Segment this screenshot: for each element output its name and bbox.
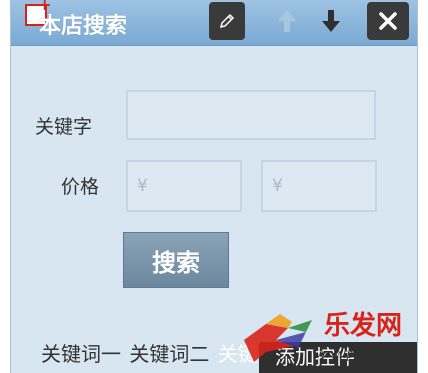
price-max-prefix: ¥ bbox=[272, 176, 283, 196]
module-title: 本店搜索 bbox=[39, 14, 128, 39]
keyword-input[interactable] bbox=[126, 90, 376, 140]
pencil-icon bbox=[219, 13, 235, 29]
hot-keyword-link[interactable]: 关键词一 bbox=[41, 342, 121, 366]
search-button[interactable]: 搜索 bbox=[123, 232, 229, 288]
module-title-bar: + 本店搜索 bbox=[11, 0, 417, 46]
site-watermark-logo: 乐发网 www.lpf.cn bbox=[244, 310, 402, 362]
price-min-prefix: ¥ bbox=[137, 176, 148, 196]
arrow-down-icon bbox=[322, 10, 340, 32]
price-min-input[interactable]: ¥ bbox=[126, 160, 242, 212]
watermark-logo-text: 乐发网 bbox=[324, 310, 402, 341]
keyword-label: 关键字 bbox=[35, 116, 93, 138]
price-label: 价格 bbox=[61, 176, 100, 198]
move-up-button[interactable] bbox=[269, 2, 305, 40]
edit-button[interactable] bbox=[209, 2, 245, 40]
watermark-url: www.lpf.cn bbox=[312, 347, 374, 362]
close-icon bbox=[379, 12, 397, 30]
arrow-up-icon bbox=[278, 10, 296, 32]
close-button[interactable] bbox=[367, 2, 409, 40]
price-max-input[interactable]: ¥ bbox=[261, 160, 377, 212]
move-down-button[interactable] bbox=[313, 2, 349, 40]
hot-keyword-link[interactable]: 关键词二 bbox=[129, 342, 209, 366]
